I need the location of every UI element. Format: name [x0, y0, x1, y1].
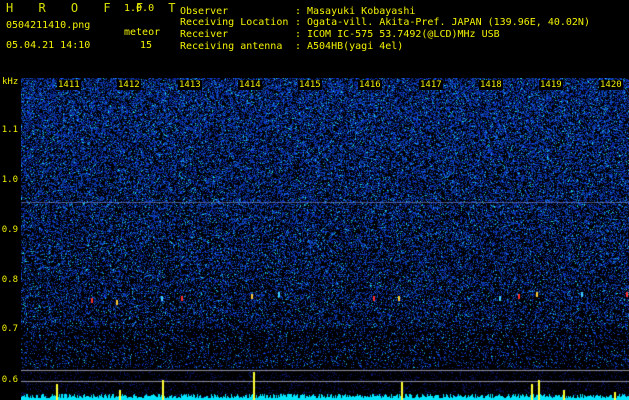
location-colon: :: [295, 17, 302, 28]
y-tick-label: 0.7: [1, 324, 18, 334]
version: 1.0.0: [124, 3, 155, 14]
spectrogram-canvas: [21, 78, 629, 400]
location-value: Ogata-vill. Akita-Pref. JAPAN (139.96E, …: [307, 17, 590, 28]
antenna-label: Receiving antenna: [180, 41, 283, 52]
title: H R O F F T: [6, 1, 185, 15]
x-tick-label: 1411: [57, 80, 81, 90]
filename: 0504211410.png: [6, 20, 91, 31]
antenna-colon: :: [295, 41, 302, 52]
x-tick-label: 1415: [298, 80, 322, 90]
y-tick-label: 1.1: [1, 125, 18, 135]
datetime: 05.04.21 14:10: [6, 40, 91, 51]
meteor-count: 15: [140, 40, 153, 51]
x-tick-label: 1420: [599, 80, 623, 90]
x-tick-label: 1413: [178, 80, 202, 90]
x-tick-label: 1416: [358, 80, 382, 90]
receiver-label: Receiver: [180, 29, 229, 40]
receiver-colon: :: [295, 29, 302, 40]
receiver-value: ICOM IC-575 53.7492(@LCD)MHz USB: [307, 29, 500, 40]
y-axis-unit: kHz: [2, 77, 19, 87]
x-tick-label: 1414: [238, 80, 262, 90]
x-tick-label: 1417: [419, 80, 443, 90]
location-label: Receiving Location: [180, 17, 289, 28]
y-tick-label: 1.0: [1, 175, 18, 185]
y-tick-label: 0.9: [1, 225, 18, 235]
y-tick-label: 0.6: [1, 375, 18, 385]
antenna-value: A504HB(yagi 4el): [307, 41, 404, 52]
x-tick-label: 1418: [479, 80, 503, 90]
y-tick-label: 0.8: [1, 275, 18, 285]
meteor-label: meteor: [124, 27, 161, 38]
x-tick-label: 1412: [117, 80, 141, 90]
x-tick-label: 1419: [539, 80, 563, 90]
